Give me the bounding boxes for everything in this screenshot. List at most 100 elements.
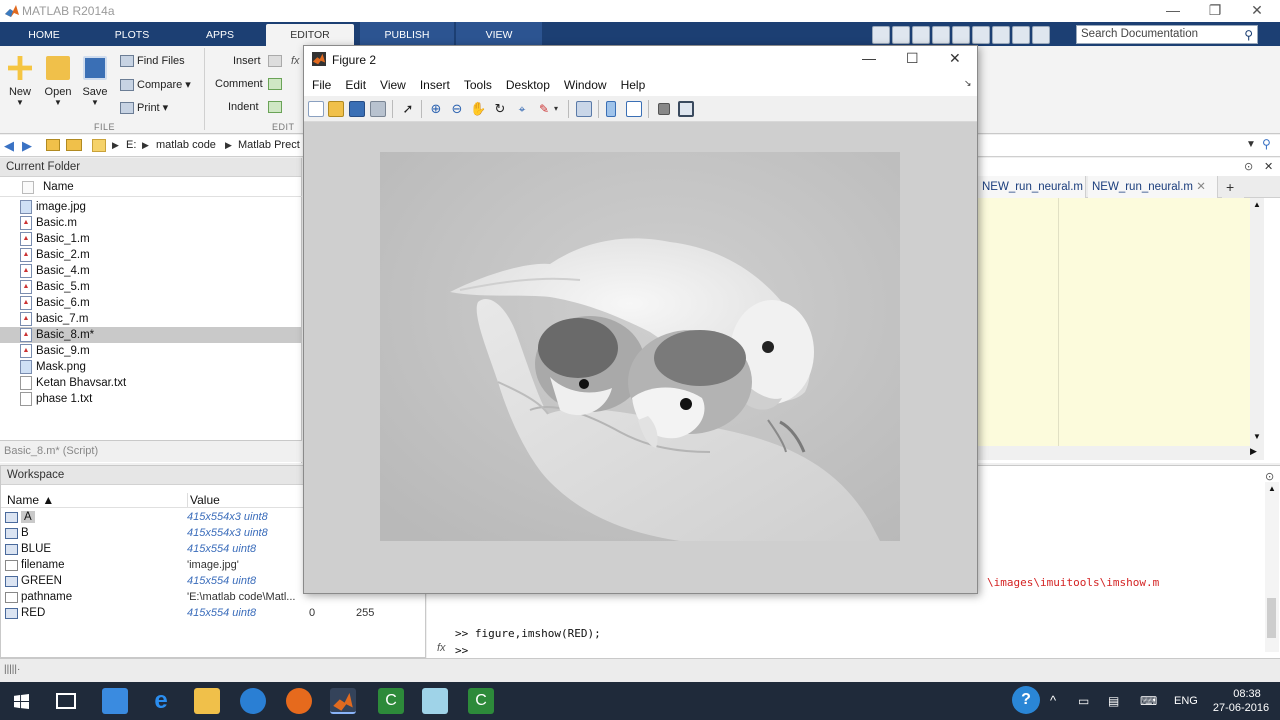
zoom-out-icon[interactable]: ⊖: [449, 101, 465, 117]
file-item[interactable]: ▲ Basic_4.m: [20, 263, 302, 279]
paste-icon[interactable]: [952, 26, 970, 44]
browse-folder-icon[interactable]: [66, 139, 82, 151]
notification-icon[interactable]: ▤: [1108, 682, 1119, 720]
workspace-row[interactable]: RED 415x554 uint8 0 255: [1, 606, 425, 622]
legend-icon[interactable]: [626, 101, 642, 117]
search-documentation-field[interactable]: Search Documentation ⚲: [1076, 25, 1258, 44]
show-plot-tools-icon[interactable]: [678, 101, 694, 117]
menu-tools[interactable]: Tools: [457, 74, 499, 96]
scroll-up-icon[interactable]: ▲: [1268, 484, 1276, 493]
indent-button[interactable]: Indent: [228, 101, 259, 113]
redo-icon[interactable]: [992, 26, 1010, 44]
copy-icon[interactable]: [932, 26, 950, 44]
hide-plot-tools-icon[interactable]: [658, 103, 670, 115]
save-button[interactable]: Save ▼: [77, 46, 113, 107]
file-explorer-icon[interactable]: [194, 688, 220, 714]
tab-editor[interactable]: EDITOR: [266, 24, 354, 46]
file-item[interactable]: ▲ Basic_1.m: [20, 231, 302, 247]
undo-icon[interactable]: [972, 26, 990, 44]
zoom-in-icon[interactable]: ⊕: [428, 101, 444, 117]
breadcrumb-folder[interactable]: matlab code: [156, 139, 216, 151]
dropdown-arrow-icon[interactable]: ▼: [1246, 139, 1256, 150]
rotate-3d-icon[interactable]: ↻: [492, 101, 508, 117]
help-icon[interactable]: [1032, 26, 1050, 44]
notes-icon[interactable]: [422, 688, 448, 714]
editor-scrollbar[interactable]: ▲ ▼: [1250, 198, 1264, 446]
file-item[interactable]: ▲ Basic_6.m: [20, 295, 302, 311]
firefox-icon[interactable]: [286, 688, 312, 714]
image-display[interactable]: [380, 152, 900, 541]
editor-hscrollbar[interactable]: ▶: [978, 446, 1264, 460]
print-figure-icon[interactable]: [370, 101, 386, 117]
link-plot-icon[interactable]: [576, 101, 592, 117]
name-column-header[interactable]: Name ▲: [7, 493, 54, 507]
store-icon[interactable]: [102, 688, 128, 714]
pan-hand-icon[interactable]: ✋: [470, 101, 486, 117]
figure-minimize-button[interactable]: —: [862, 50, 876, 66]
value-column-header[interactable]: Value: [187, 493, 220, 507]
menu-window[interactable]: Window: [557, 74, 614, 96]
open-file-icon[interactable]: [328, 101, 344, 117]
media-player-icon[interactable]: [240, 688, 266, 714]
switch-windows-icon[interactable]: [1012, 26, 1030, 44]
file-item[interactable]: Ketan Bhavsar.txt: [20, 375, 302, 391]
figure-close-button[interactable]: ✕: [949, 50, 961, 67]
menu-desktop[interactable]: Desktop: [499, 74, 557, 96]
forward-icon[interactable]: ▶: [22, 138, 32, 154]
figure-maximize-button[interactable]: ☐: [906, 50, 919, 67]
file-item[interactable]: phase 1.txt: [20, 391, 302, 407]
scroll-right-icon[interactable]: ▶: [1250, 446, 1257, 457]
tab-plots[interactable]: PLOTS: [88, 22, 176, 46]
tray-up-icon[interactable]: ^: [1050, 682, 1056, 720]
search-icon[interactable]: ⚲: [1244, 28, 1253, 42]
insert-button[interactable]: Insert: [233, 55, 261, 67]
data-cursor-icon[interactable]: ⌖: [514, 101, 530, 117]
file-item[interactable]: ▲ basic_7.m: [20, 311, 302, 327]
language-indicator[interactable]: ENG: [1174, 682, 1198, 720]
back-icon[interactable]: ◀: [4, 138, 14, 154]
maximize-button[interactable]: ❐: [1192, 0, 1238, 22]
clock-date[interactable]: 27-06-2016: [1210, 689, 1272, 720]
file-item[interactable]: ▲ Basic_8.m*: [0, 327, 302, 343]
dock-arrow-icon[interactable]: ↘: [964, 78, 972, 89]
add-tab-button[interactable]: +: [1222, 176, 1244, 198]
close-button[interactable]: ✕: [1234, 0, 1280, 22]
colorbar-icon[interactable]: [606, 101, 616, 117]
percent-icon[interactable]: [268, 78, 282, 90]
help-tray-icon[interactable]: ?: [1012, 686, 1040, 714]
save-icon[interactable]: [892, 26, 910, 44]
new-figure-icon[interactable]: [308, 101, 324, 117]
file-item[interactable]: image.jpg: [20, 199, 302, 215]
scroll-thumb[interactable]: [1267, 598, 1276, 638]
tab-view[interactable]: VIEW: [456, 22, 542, 46]
close-panel-icon[interactable]: ✕: [1264, 160, 1273, 173]
menu-help[interactable]: Help: [614, 74, 653, 96]
scroll-up-icon[interactable]: ▲: [1253, 200, 1261, 209]
insert-icon[interactable]: [268, 55, 282, 67]
tab-home[interactable]: HOME: [0, 22, 88, 46]
file-item[interactable]: Mask.png: [20, 359, 302, 375]
compare-button[interactable]: Compare ▾: [120, 78, 191, 92]
brush-icon[interactable]: ✎: [536, 101, 552, 117]
open-button[interactable]: Open ▼: [40, 46, 76, 107]
pointer-icon[interactable]: ➚: [400, 101, 416, 117]
tab-publish[interactable]: PUBLISH: [360, 22, 454, 46]
menu-edit[interactable]: Edit: [338, 74, 373, 96]
keyboard-icon[interactable]: ⌨: [1140, 682, 1157, 720]
up-folder-icon[interactable]: [46, 139, 60, 151]
file-item[interactable]: ▲ Basic_2.m: [20, 247, 302, 263]
figure-window[interactable]: Figure 2 — ☐ ✕ File Edit View Insert Too…: [303, 45, 978, 594]
windows-start-icon[interactable]: [14, 694, 29, 709]
new-button[interactable]: New ▼: [2, 46, 38, 107]
menu-file[interactable]: File: [305, 74, 338, 96]
command-scrollbar[interactable]: ▲: [1265, 482, 1279, 652]
find-files-button[interactable]: Find Files: [120, 55, 185, 68]
editor-tab[interactable]: NEW_run_neural.m ✕: [1088, 176, 1218, 198]
menu-insert[interactable]: Insert: [413, 74, 457, 96]
command-prompt[interactable]: >>: [455, 644, 468, 657]
file-item[interactable]: ▲ Basic_9.m: [20, 343, 302, 359]
breadcrumb-subfolder[interactable]: Matlab Prect: [238, 139, 300, 151]
file-item[interactable]: ▲ Basic_5.m: [20, 279, 302, 295]
editor-tab[interactable]: NEW_run_neural.m ✕: [978, 176, 1086, 215]
new-icon[interactable]: [872, 26, 890, 44]
